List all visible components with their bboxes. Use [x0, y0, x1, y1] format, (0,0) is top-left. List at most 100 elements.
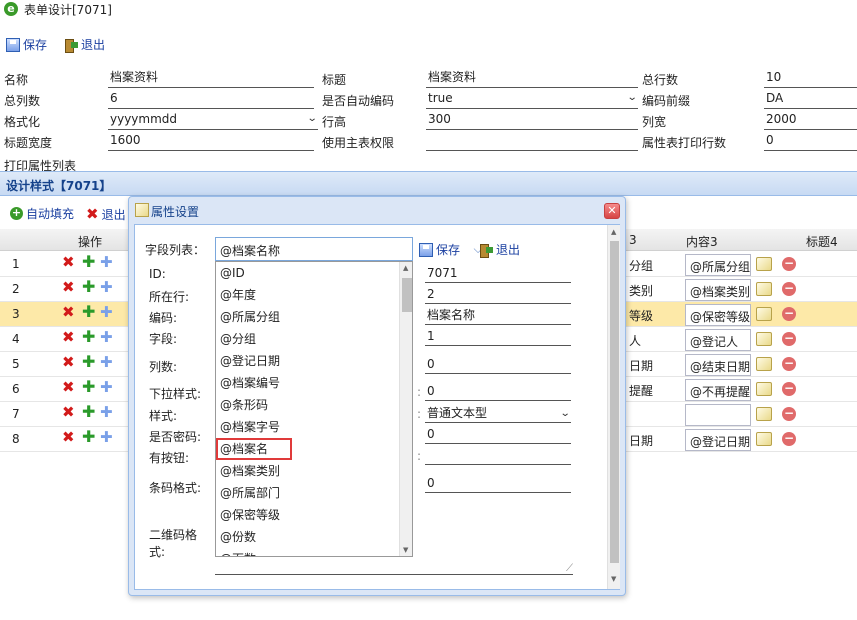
row-height-field[interactable]: 300	[426, 110, 638, 130]
insert-icon[interactable]: ✚	[100, 303, 113, 321]
total-rows-field[interactable]: 10	[764, 68, 857, 88]
save-button[interactable]: 保存	[6, 36, 47, 53]
dropdown-style-field[interactable]: 0	[425, 383, 571, 401]
exit-button[interactable]: 退出	[64, 36, 105, 53]
delete-icon[interactable]: ✖	[62, 428, 75, 446]
close-button[interactable]: ✕	[604, 203, 620, 219]
col-width-field[interactable]: 2000	[764, 110, 857, 130]
scroll-up-icon[interactable]: ▲	[611, 228, 616, 236]
edit-icon[interactable]	[756, 407, 772, 421]
insert-icon[interactable]: ✚	[100, 428, 113, 446]
remove-icon[interactable]: −	[782, 257, 796, 271]
row-field[interactable]: 2	[425, 286, 571, 304]
dropdown-option[interactable]: @所属部门	[216, 482, 398, 504]
content3-input[interactable]: @结束日期	[685, 354, 751, 376]
delete-icon[interactable]: ✖	[62, 403, 75, 421]
add-icon[interactable]: ✚	[82, 377, 95, 396]
remove-icon[interactable]: −	[782, 382, 796, 396]
field-list-combo[interactable]: @档案名称 ⌵	[215, 237, 483, 261]
edit-icon[interactable]	[756, 332, 772, 346]
add-icon[interactable]: ✚	[82, 302, 95, 321]
content3-input[interactable]: @登记日期	[685, 429, 751, 451]
dropdown-option[interactable]: @份数	[216, 526, 398, 548]
scroll-up-icon[interactable]: ▲	[403, 264, 408, 272]
resize-handle-icon[interactable]: ⟋	[566, 563, 573, 574]
add-icon[interactable]: ✚	[82, 427, 95, 446]
dropdown-option[interactable]: @页数	[216, 548, 398, 556]
attr-print-field[interactable]: 0	[764, 131, 857, 151]
add-icon[interactable]: ✚	[82, 252, 95, 271]
add-icon[interactable]: ✚	[82, 402, 95, 421]
dropdown-scrollbar[interactable]: ▲ ▼	[399, 262, 412, 556]
style-select[interactable]: 普通文本型 ⌄	[425, 405, 571, 423]
dialog-exit-button[interactable]: 退出	[479, 241, 520, 258]
dropdown-option[interactable]: @档案字号	[216, 416, 398, 438]
delete-icon[interactable]: ✖	[62, 378, 75, 396]
dropdown-scroll-thumb[interactable]	[402, 278, 412, 312]
title-width-field[interactable]: 1600	[108, 131, 314, 151]
scroll-down-icon[interactable]: ▼	[611, 575, 616, 583]
add-icon[interactable]: ✚	[82, 352, 95, 371]
remove-icon[interactable]: −	[782, 332, 796, 346]
edit-icon[interactable]	[756, 307, 772, 321]
dropdown-option[interactable]: @年度	[216, 284, 398, 306]
dialog-scrollbar[interactable]: ▲ ▼	[607, 225, 620, 589]
format-select[interactable]: yyyymmdd ⌄	[108, 110, 318, 130]
delete-icon[interactable]: ✖	[62, 278, 75, 296]
add-icon[interactable]: ✚	[82, 327, 95, 346]
auto-fill-button[interactable]: + 自动填充	[10, 205, 74, 222]
remove-icon[interactable]: −	[782, 282, 796, 296]
content3-input[interactable]: @所属分组	[685, 254, 751, 276]
dropdown-option[interactable]: @分组	[216, 328, 398, 350]
insert-icon[interactable]: ✚	[100, 253, 113, 271]
delete-icon[interactable]: ✖	[62, 303, 75, 321]
dropdown-option[interactable]: @档案名	[216, 438, 292, 460]
edit-icon[interactable]	[756, 382, 772, 396]
remove-icon[interactable]: −	[782, 407, 796, 421]
auto-code-select[interactable]: true ⌄	[426, 89, 638, 109]
design-exit-button[interactable]: ✖ 退出	[86, 205, 126, 223]
dropdown-option[interactable]: @ID	[216, 262, 398, 284]
insert-icon[interactable]: ✚	[100, 403, 113, 421]
dialog-scroll-thumb[interactable]	[610, 241, 619, 563]
barcode-format-field[interactable]: 0	[425, 475, 571, 493]
scroll-down-icon[interactable]: ▼	[403, 546, 408, 554]
dialog-save-button[interactable]: 保存	[419, 241, 460, 258]
remove-icon[interactable]: −	[782, 307, 796, 321]
code-prefix-field[interactable]: DA	[764, 89, 857, 109]
add-icon[interactable]: ✚	[82, 277, 95, 296]
field-field[interactable]: 1	[425, 328, 571, 346]
edit-icon[interactable]	[756, 357, 772, 371]
insert-icon[interactable]: ✚	[100, 353, 113, 371]
remove-icon[interactable]: −	[782, 357, 796, 371]
main-perm-field[interactable]	[426, 131, 638, 151]
has-button-field[interactable]	[425, 447, 571, 465]
id-field[interactable]: 7071	[425, 265, 571, 283]
dropdown-option[interactable]: @档案编号	[216, 372, 398, 394]
dropdown-option[interactable]: @条形码	[216, 394, 398, 416]
dropdown-option[interactable]: @档案类别	[216, 460, 398, 482]
delete-icon[interactable]: ✖	[62, 328, 75, 346]
is-password-field[interactable]: 0	[425, 426, 571, 444]
edit-icon[interactable]	[756, 432, 772, 446]
code-field[interactable]: 档案名称	[425, 307, 571, 325]
insert-icon[interactable]: ✚	[100, 328, 113, 346]
name-field[interactable]: 档案资料	[108, 68, 314, 88]
dropdown-option[interactable]: @登记日期	[216, 350, 398, 372]
insert-icon[interactable]: ✚	[100, 378, 113, 396]
dropdown-option[interactable]: @保密等级	[216, 504, 398, 526]
title-field[interactable]: 档案资料	[426, 68, 638, 88]
edit-icon[interactable]	[756, 282, 772, 296]
dropdown-option[interactable]: @所属分组	[216, 306, 398, 328]
delete-icon[interactable]: ✖	[62, 353, 75, 371]
remove-icon[interactable]: −	[782, 432, 796, 446]
content3-input[interactable]: @保密等级	[685, 304, 751, 326]
content3-input[interactable]: @登记人	[685, 329, 751, 351]
col-count-field[interactable]: 0	[425, 356, 571, 374]
total-cols-field[interactable]: 6	[108, 89, 314, 109]
edit-icon[interactable]	[756, 257, 772, 271]
delete-icon[interactable]: ✖	[62, 253, 75, 271]
content3-input[interactable]	[685, 404, 751, 426]
insert-icon[interactable]: ✚	[100, 278, 113, 296]
content3-input[interactable]: @档案类别	[685, 279, 751, 301]
